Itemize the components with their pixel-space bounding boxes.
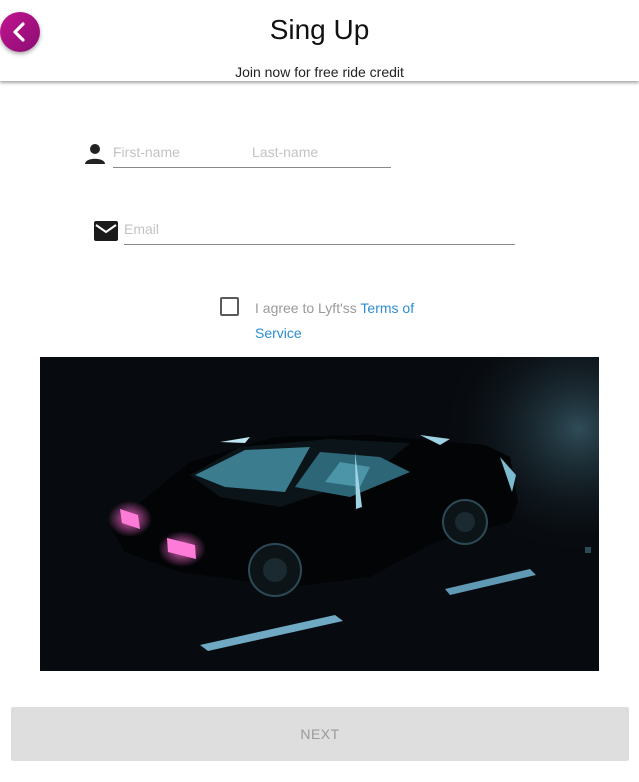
next-button[interactable]: NEXT bbox=[11, 707, 629, 761]
last-name-input[interactable] bbox=[252, 137, 391, 168]
agree-checkbox[interactable] bbox=[220, 297, 239, 316]
terms-link-part2: Service bbox=[255, 325, 302, 341]
page-subtitle: Join now for free ride credit bbox=[235, 64, 404, 80]
page-title: Sing Up bbox=[269, 14, 370, 45]
hero-image bbox=[40, 357, 599, 671]
first-name-input[interactable] bbox=[113, 137, 252, 168]
terms-link-part1: Terms of bbox=[360, 300, 415, 316]
email-input[interactable] bbox=[124, 214, 515, 245]
car-illustration bbox=[40, 357, 599, 671]
app-header: Sing Up Join now for free ride credit bbox=[0, 0, 639, 81]
mail-icon bbox=[94, 221, 118, 241]
agreement-text: I agree to Lyft'ss Terms of Service bbox=[255, 296, 455, 346]
person-icon bbox=[85, 144, 105, 164]
agreement-label: I agree to Lyft'ss bbox=[255, 300, 361, 316]
